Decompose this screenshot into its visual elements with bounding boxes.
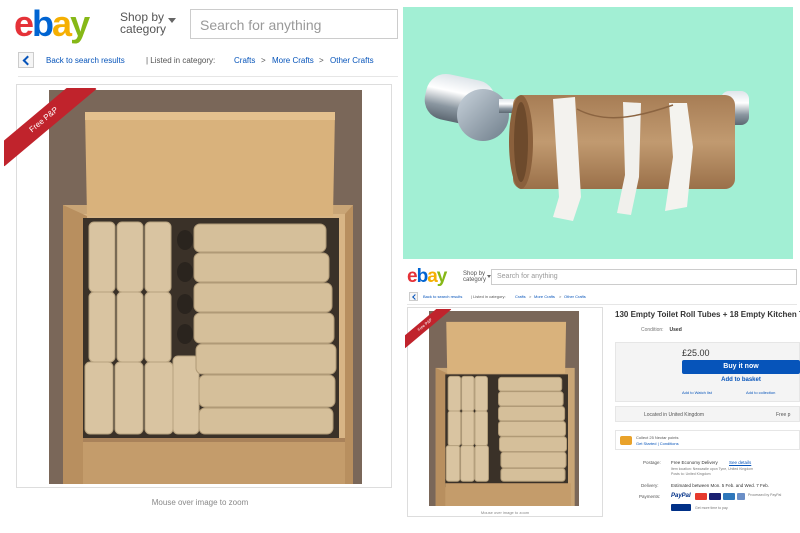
- logo-letter-y: y: [436, 266, 448, 287]
- listing-screenshot-small: ebay Shop by category Search for anythin…: [403, 263, 800, 533]
- amex-icon: [723, 493, 735, 500]
- add-to-collection-link[interactable]: Add to collection: [746, 390, 775, 395]
- paypal-credit-text: Get more time to pay.: [695, 506, 729, 510]
- condition-label: Condition:: [641, 327, 664, 333]
- logo-letter-e: e: [14, 3, 34, 44]
- paypal-logo: PayPal: [671, 493, 691, 499]
- add-to-watch-list-link[interactable]: Add to Watch list: [682, 390, 712, 395]
- category-label: category: [463, 277, 487, 283]
- zoom-hint: Mouse over image to zoom: [480, 510, 530, 515]
- free-postage-label: Free p: [776, 412, 791, 418]
- logo-letter-y: y: [70, 3, 90, 44]
- posts-to: Posts to: United Kingdom: [671, 472, 711, 476]
- nectar-icon: [620, 436, 632, 445]
- crumb-other-crafts[interactable]: Other Crafts: [330, 56, 374, 65]
- crumb-separator: >: [261, 56, 266, 65]
- crumb-more-crafts[interactable]: More Crafts: [534, 294, 555, 299]
- logo-letter-b: b: [32, 3, 54, 44]
- breadcrumb: Back to search results | Listed in categ…: [18, 52, 398, 70]
- location-bar: Located in United Kingdom Free p: [615, 406, 800, 422]
- back-arrow-icon[interactable]: [18, 52, 34, 68]
- condition-row: Condition: Used: [641, 327, 682, 333]
- add-to-basket-button[interactable]: Add to basket: [682, 377, 800, 383]
- crumb-more-crafts[interactable]: More Crafts: [272, 56, 314, 65]
- toilet-roll-holder-image: [403, 7, 793, 259]
- visa-icon: [709, 493, 721, 500]
- delivery-estimate: Estimated between Mon. 5 Feb. and Wed. 7…: [671, 483, 769, 488]
- see-details-link[interactable]: See details: [729, 460, 751, 465]
- crumb-separator: >: [529, 294, 532, 299]
- free-postage-ribbon: Free P&P: [405, 309, 455, 349]
- postage-label: Postage:: [643, 460, 661, 465]
- payments-label: Payments:: [639, 494, 661, 499]
- card-icon: [737, 493, 745, 500]
- crumb-crafts[interactable]: Crafts: [234, 56, 255, 65]
- header: ebay Shop by category Search for anythin…: [0, 0, 400, 44]
- listed-in-label: | Listed in category:: [471, 294, 506, 299]
- price-panel: £25.00 Buy it now Add to basket Add to W…: [615, 342, 800, 402]
- listing-screenshot-large: ebay Shop by category Search for anythin…: [0, 0, 400, 533]
- breadcrumb: Back to search results | Listed in categ…: [409, 292, 799, 302]
- ebay-logo[interactable]: ebay: [14, 3, 90, 44]
- item-title: 130 Empty Toilet Roll Tubes + 18 Empty K…: [615, 310, 800, 319]
- search-input[interactable]: Search for anything: [190, 9, 398, 39]
- rewards-text: Collect 25 Nectar points: [636, 435, 679, 440]
- crumb-crafts[interactable]: Crafts: [515, 294, 526, 299]
- processed-by-paypal: Processed by PayPal: [748, 493, 782, 497]
- divider: [407, 304, 797, 305]
- logo-letter-b: b: [416, 266, 429, 287]
- ribbon-label: Free P&P: [405, 309, 452, 349]
- divider: [18, 76, 398, 77]
- logo-letter-a: a: [52, 3, 72, 44]
- category-label: category: [120, 22, 167, 36]
- search-input[interactable]: Search for anything: [491, 269, 797, 285]
- crumb-other-crafts[interactable]: Other Crafts: [564, 294, 586, 299]
- ebay-logo[interactable]: ebay: [407, 266, 448, 287]
- back-arrow-icon[interactable]: [409, 292, 418, 301]
- nectar-rewards: Collect 25 Nectar points Get Started | C…: [615, 430, 800, 450]
- crumb-separator: >: [559, 294, 562, 299]
- item-location: Located in United Kingdom: [644, 412, 705, 418]
- buy-it-now-button[interactable]: Buy it now: [682, 360, 800, 374]
- mastercard-icon: [695, 493, 707, 500]
- listed-in-label: | Listed in category:: [146, 56, 216, 65]
- paypal-credit-icon: [671, 504, 691, 511]
- zoom-hint: Mouse over image to zoom: [151, 498, 249, 507]
- back-to-results-link[interactable]: Back to search results: [46, 56, 125, 65]
- chevron-down-icon: [168, 18, 176, 23]
- item-location-detail: Item location: Newcastle upon Tyne, Unit…: [671, 467, 754, 471]
- price: £25.00: [682, 348, 710, 358]
- logo-letter-e: e: [407, 266, 418, 287]
- postage-value: Free Economy Delivery: [671, 460, 718, 465]
- condition-value: Used: [669, 327, 682, 333]
- crumb-separator: >: [319, 56, 324, 65]
- rewards-links[interactable]: Get Started | Conditions: [636, 441, 679, 446]
- delivery-label: Delivery:: [641, 483, 659, 488]
- back-to-results-link[interactable]: Back to search results: [423, 294, 462, 299]
- shop-by-category[interactable]: Shop by category: [463, 271, 491, 283]
- logo-letter-a: a: [427, 266, 438, 287]
- ribbon-label: Free P&P: [4, 88, 97, 167]
- shop-by-category[interactable]: Shop by category: [120, 11, 176, 36]
- free-postage-ribbon: Free P&P: [4, 88, 104, 168]
